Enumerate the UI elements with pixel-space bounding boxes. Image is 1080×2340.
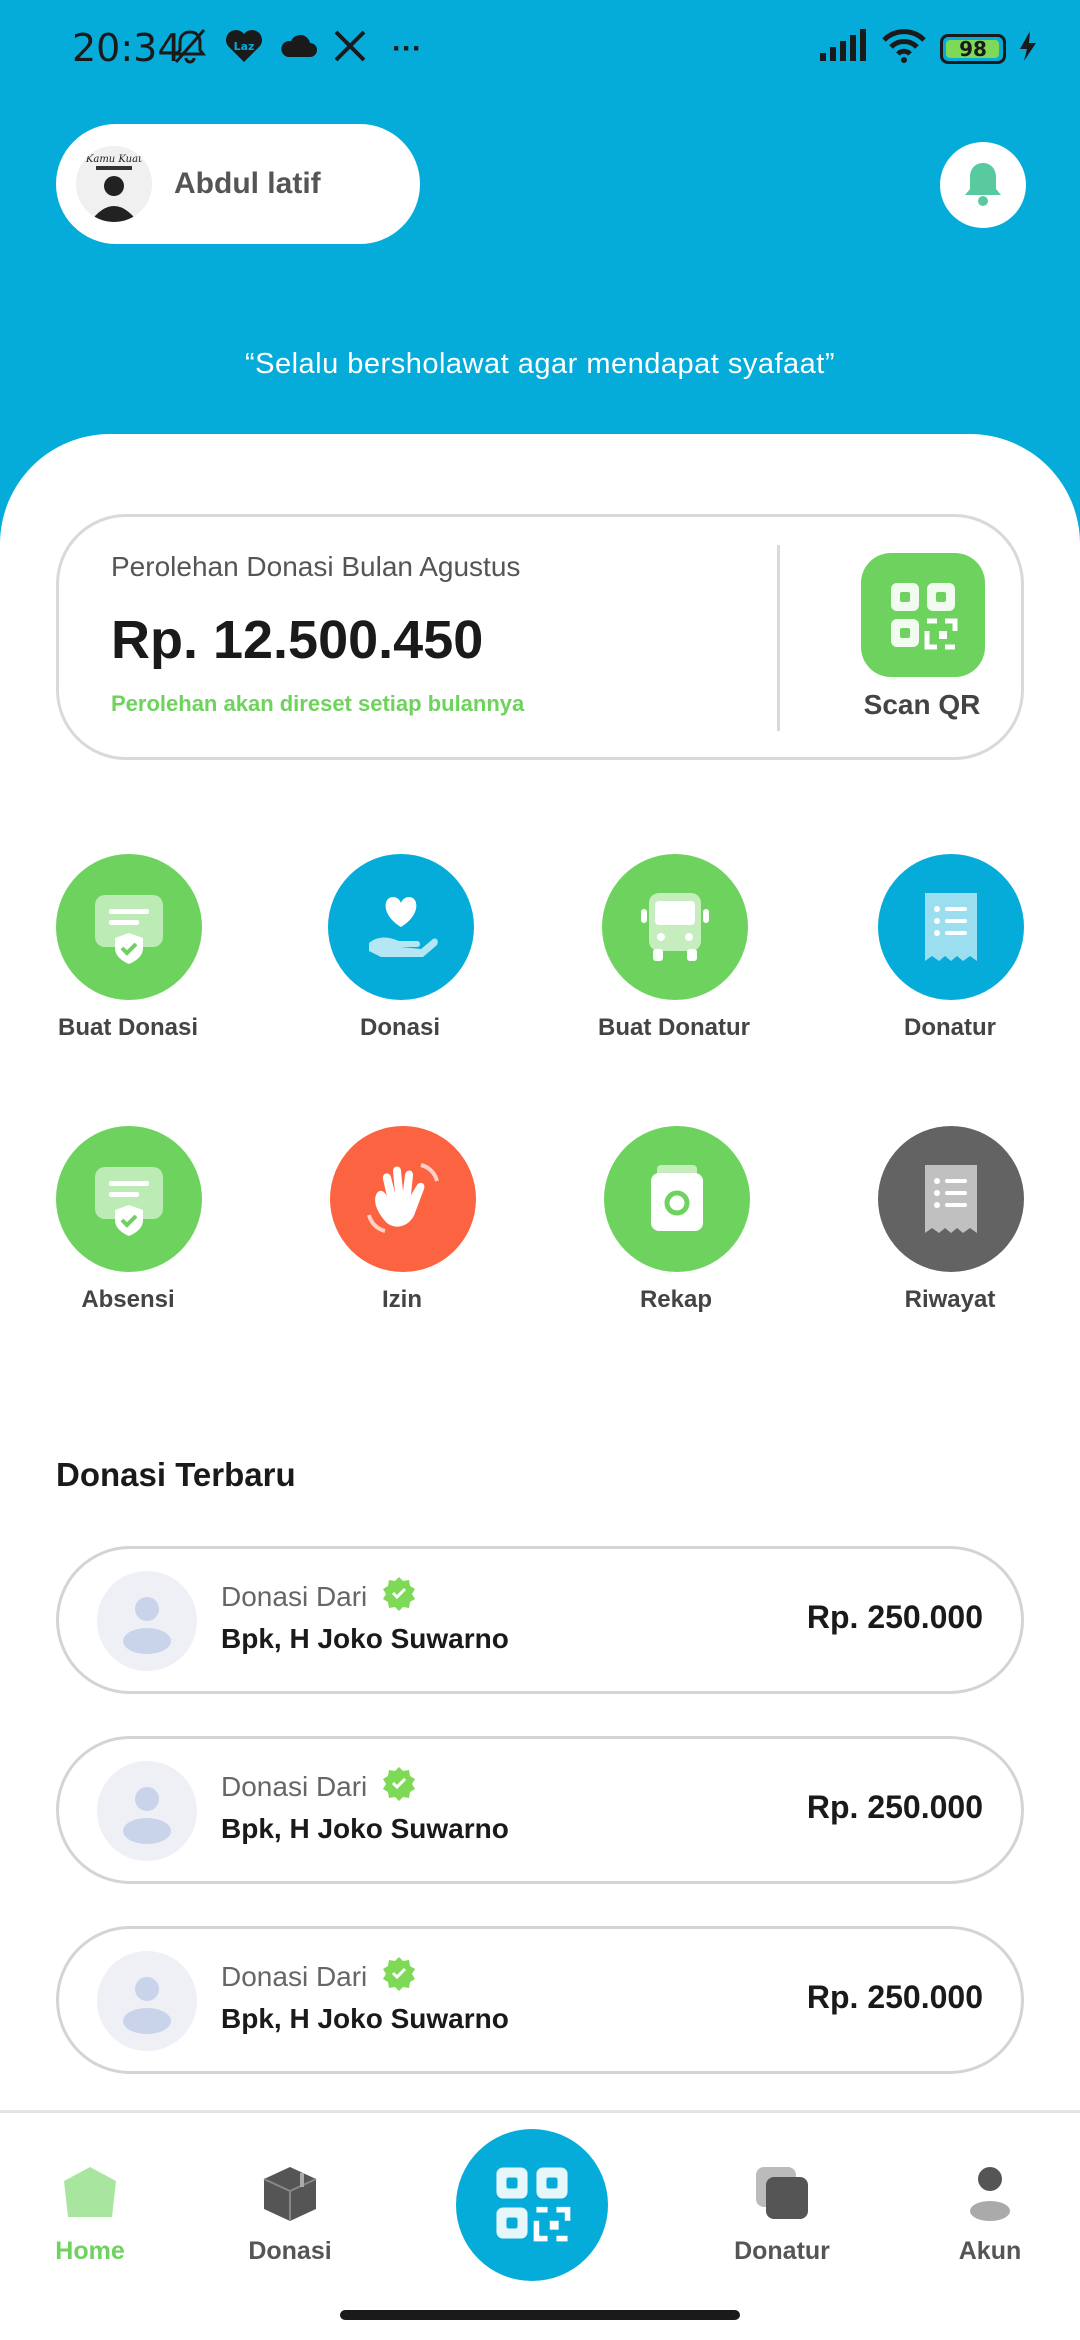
menu-rekap[interactable]: Rekap <box>576 1126 776 1326</box>
donation-from-text: Donasi Dari <box>221 1770 368 1802</box>
verified-badge-icon <box>381 1955 417 1998</box>
donation-amount: Rp. 250.000 <box>806 1979 983 2015</box>
menu-donatur[interactable]: Donatur <box>850 854 1050 1054</box>
nav-donatur[interactable]: Donatur <box>712 2163 852 2283</box>
donation-reset-note: Perolehan akan direset setiap bulannya <box>111 691 525 716</box>
box-icon <box>260 2163 320 2223</box>
profile-name: Abdul latif <box>174 167 321 200</box>
wallet-icon <box>604 1126 750 1272</box>
nav-donasi-label: Donasi <box>248 2237 332 2265</box>
list-item[interactable]: Donasi Dari Bpk, H Joko Suwarno Rp. 250.… <box>56 1926 1024 2074</box>
attendance-icon <box>56 1126 202 1272</box>
bottom-navigation: Home Donasi Donatur Akun <box>0 2110 1080 2340</box>
donation-summary-amount: Rp. 12.500.450 <box>111 610 484 670</box>
cloud-icon <box>278 31 318 66</box>
x-app-icon <box>332 28 368 69</box>
history-receipt-icon <box>878 1126 1024 1272</box>
menu-riwayat[interactable]: Riwayat <box>850 1126 1050 1326</box>
verified-badge-icon <box>381 1575 417 1618</box>
donation-from-text: Donasi Dari <box>221 1960 368 1992</box>
donation-form-icon <box>56 854 202 1000</box>
menu-label: Izin <box>382 1286 422 1313</box>
home-indicator[interactable] <box>340 2310 740 2320</box>
bus-icon <box>602 854 748 1000</box>
lazada-icon: Laz <box>224 28 264 69</box>
donor-avatar-icon <box>97 1761 197 1861</box>
home-icon <box>60 2163 120 2223</box>
wifi-icon <box>880 28 928 69</box>
lazada-badge-text: Laz <box>234 40 255 53</box>
qr-scan-nav-button[interactable] <box>456 2129 608 2281</box>
nav-home[interactable]: Home <box>20 2163 160 2283</box>
scan-qr-button[interactable]: Scan QR <box>847 553 997 733</box>
menu-label: Absensi <box>81 1286 175 1313</box>
menu-label: Rekap <box>639 1286 713 1313</box>
battery-percent: 98 <box>959 36 987 61</box>
layers-icon <box>752 2163 812 2223</box>
menu-label: Riwayat <box>904 1286 996 1313</box>
charging-icon <box>1018 29 1038 68</box>
donation-from-label: Donasi Dari <box>221 1765 417 1808</box>
menu-izin[interactable]: Izin <box>302 1126 502 1326</box>
receipt-icon <box>878 854 1024 1000</box>
more-dots-icon: ··· <box>392 31 422 65</box>
donation-summary-label: Perolehan Donasi Bulan Agustus <box>111 551 521 582</box>
system-status-icons: 98 <box>818 28 1038 69</box>
menu-label: Donasi <box>359 1014 440 1041</box>
donation-from-text: Donasi Dari <box>221 1580 368 1612</box>
divider <box>777 545 780 731</box>
user-icon <box>960 2163 1020 2223</box>
menu-buat-donasi[interactable]: Buat Donasi <box>28 854 228 1054</box>
nav-home-label: Home <box>55 2237 125 2265</box>
notification-icons: Laz ··· <box>170 26 422 71</box>
menu-donasi[interactable]: Donasi <box>300 854 500 1054</box>
signal-icon <box>818 29 868 68</box>
donor-name: Bpk, H Joko Suwarno <box>221 1623 509 1654</box>
list-item[interactable]: Donasi Dari Bpk, H Joko Suwarno Rp. 250.… <box>56 1546 1024 1694</box>
heart-hand-icon <box>328 854 474 1000</box>
donation-amount: Rp. 250.000 <box>806 1789 983 1825</box>
menu-label: Donatur <box>904 1014 996 1041</box>
donor-name: Bpk, H Joko Suwarno <box>221 1813 509 1844</box>
menu-label: Buat Donasi <box>57 1014 198 1041</box>
quote-text: “Selalu bersholawat agar mendapat syafaa… <box>244 348 836 380</box>
status-time: 20:34 <box>72 26 182 70</box>
bell-off-icon <box>170 26 210 71</box>
donation-amount: Rp. 250.000 <box>806 1599 983 1635</box>
nav-donasi[interactable]: Donasi <box>220 2163 360 2283</box>
nav-donatur-label: Donatur <box>734 2237 830 2265</box>
scan-qr-label: Scan QR <box>863 689 981 720</box>
nav-akun-label: Akun <box>958 2237 1022 2265</box>
donation-from-label: Donasi Dari <box>221 1575 417 1618</box>
donation-from-label: Donasi Dari <box>221 1955 417 1998</box>
avatar: Kamu Kuat <box>76 146 152 222</box>
avatar-caption: Kamu Kuat <box>85 154 143 165</box>
status-bar: 20:34 Laz ··· 98 <box>0 0 1080 100</box>
verified-badge-icon <box>381 1765 417 1808</box>
list-item[interactable]: Donasi Dari Bpk, H Joko Suwarno Rp. 250.… <box>56 1736 1024 1884</box>
donor-avatar-icon <box>97 1951 197 2051</box>
battery-indicator: 98 <box>940 33 1006 64</box>
section-title: Donasi Terbaru <box>56 1456 296 1493</box>
qr-code-icon <box>861 553 985 677</box>
profile-pill[interactable]: Kamu Kuat Abdul latif <box>56 124 420 244</box>
notification-button[interactable] <box>940 142 1026 228</box>
donor-name: Bpk, H Joko Suwarno <box>221 2003 509 2034</box>
menu-buat-donatur[interactable]: Buat Donatur <box>574 854 774 1054</box>
waving-hand-icon <box>330 1126 476 1272</box>
menu-absensi[interactable]: Absensi <box>28 1126 228 1326</box>
nav-akun[interactable]: Akun <box>920 2163 1060 2283</box>
qr-code-icon <box>492 2163 572 2248</box>
donation-summary-card: Perolehan Donasi Bulan Agustus Rp. 12.50… <box>56 514 1024 760</box>
donor-avatar-icon <box>97 1571 197 1671</box>
bell-icon <box>961 159 1005 212</box>
menu-label: Buat Donatur <box>598 1014 750 1041</box>
